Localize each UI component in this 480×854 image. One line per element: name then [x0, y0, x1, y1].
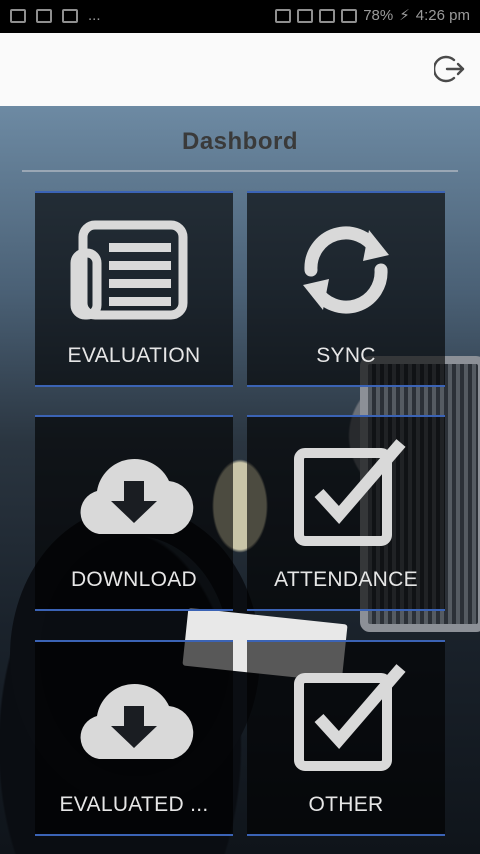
title-divider: [22, 170, 458, 172]
newspaper-icon: [70, 220, 188, 320]
evaluation-tile[interactable]: EVALUATION: [35, 191, 233, 387]
other-tile[interactable]: OTHER: [247, 640, 445, 836]
status-bar: ... 78% ⚡ 4:26 pm: [0, 0, 480, 33]
cloud-download-icon: [80, 458, 194, 534]
linkedin-icon: [36, 9, 52, 23]
app-bar: [0, 33, 480, 106]
signal-icon: [341, 9, 358, 23]
cloud-download-icon: [80, 683, 194, 759]
attendance-tile[interactable]: ATTENDANCE: [247, 415, 445, 611]
attendance-label: ATTENDANCE: [274, 568, 418, 591]
battery-level: 78%: [363, 7, 394, 24]
clock: 4:26 pm: [415, 7, 470, 24]
lock-icon: [275, 9, 292, 23]
download-label: DOWNLOAD: [70, 568, 198, 591]
evaluated-label: EVALUATED ...: [59, 793, 209, 816]
evaluation-label: EVALUATION: [67, 344, 201, 367]
sync-label: SYNC: [316, 344, 376, 367]
sync-icon: [303, 226, 389, 314]
status-more: ...: [88, 7, 101, 24]
play-icon: [62, 9, 78, 23]
page-title: Dashbord: [181, 128, 298, 155]
gallery-icon: [10, 9, 26, 23]
checkbox-icon: [294, 439, 406, 546]
checkbox-icon: [294, 664, 406, 771]
wifi-icon: [319, 9, 336, 23]
logout-icon[interactable]: [434, 53, 466, 85]
battery-icon: ⚡: [399, 7, 410, 24]
sync-tile[interactable]: SYNC: [247, 191, 445, 387]
other-label: OTHER: [308, 793, 384, 816]
download-tile[interactable]: DOWNLOAD: [35, 415, 233, 611]
mute-icon: [297, 9, 314, 23]
evaluated-tile[interactable]: EVALUATED ...: [35, 640, 233, 836]
